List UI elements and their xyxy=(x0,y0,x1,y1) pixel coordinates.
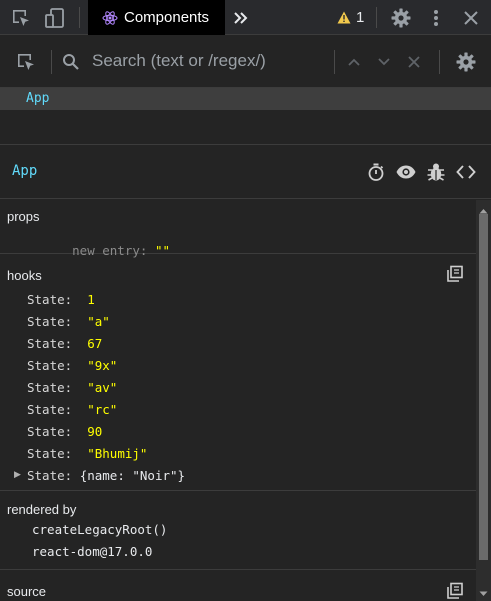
hook-state-row[interactable]: State: {name: "Noir"} xyxy=(27,468,185,483)
hook-state-row[interactable]: State: "Bhumij" xyxy=(27,446,147,461)
toolbar-divider xyxy=(334,50,335,74)
hook-value[interactable]: "av" xyxy=(87,380,117,395)
tree-node-app[interactable]: App xyxy=(0,88,491,110)
section-title: source xyxy=(7,584,47,599)
element-picker-icon[interactable] xyxy=(11,8,31,28)
hook-value[interactable]: "rc" xyxy=(87,402,117,417)
hook-label: State: xyxy=(27,292,73,307)
hook-state-row[interactable]: State: "a" xyxy=(27,314,110,329)
warning-count: 1 xyxy=(356,9,365,26)
component-tree-empty-area xyxy=(0,111,491,145)
hook-value[interactable]: "Bhumij" xyxy=(87,446,147,461)
stopwatch-icon[interactable] xyxy=(366,162,386,182)
chevron-down-icon[interactable] xyxy=(376,54,392,70)
settings-gear-icon[interactable] xyxy=(455,51,477,73)
gear-icon[interactable] xyxy=(390,7,412,29)
hook-state-row[interactable]: State: "9x" xyxy=(27,358,117,373)
hook-label: State: xyxy=(27,402,73,417)
hook-value[interactable]: 1 xyxy=(87,292,95,307)
scroll-up-arrow-icon[interactable] xyxy=(478,203,489,214)
hook-state-row[interactable]: State: 90 xyxy=(27,424,102,439)
hook-value[interactable]: "9x" xyxy=(87,358,117,373)
section-title: hooks xyxy=(7,268,42,283)
search-icon xyxy=(62,53,80,71)
hook-value[interactable]: {name: "Noir"} xyxy=(80,468,185,483)
renderer-item[interactable]: react-dom@17.0.0 xyxy=(32,544,152,559)
chevron-double-right-icon[interactable] xyxy=(232,9,250,27)
hook-label: State: xyxy=(27,446,73,461)
expand-triangle-icon[interactable]: ▶ xyxy=(14,469,21,480)
scrollbar-thumb[interactable] xyxy=(479,214,488,560)
component-search-toolbar: Search (text or /regex/) xyxy=(0,36,491,88)
hook-value[interactable]: 90 xyxy=(87,424,102,439)
hook-label: State: xyxy=(27,380,73,395)
select-element-icon[interactable] xyxy=(16,52,36,72)
hook-state-row[interactable]: State: 67 xyxy=(27,336,102,351)
hook-label: State: xyxy=(27,468,73,483)
kebab-menu-icon[interactable] xyxy=(428,8,444,28)
devtools-tab-bar: Components 1 xyxy=(0,0,491,35)
hook-label: State: xyxy=(27,314,73,329)
props-section: props new entry: "" xyxy=(0,200,476,258)
clear-search-icon[interactable] xyxy=(406,54,422,70)
rendered-by-section: rendered by createLegacyRoot() react-dom… xyxy=(0,492,476,570)
section-title: rendered by xyxy=(7,502,77,517)
react-logo-icon xyxy=(102,10,118,26)
hook-label: State: xyxy=(27,424,73,439)
eye-icon[interactable] xyxy=(395,162,417,182)
toolbar-divider xyxy=(51,50,52,74)
hook-label: State: xyxy=(27,358,73,373)
inspected-element-header: App xyxy=(0,146,491,199)
tree-node-label: App xyxy=(26,91,50,106)
section-title: props xyxy=(7,209,40,224)
close-icon[interactable] xyxy=(462,9,480,27)
hook-state-row[interactable]: State: "rc" xyxy=(27,402,117,417)
hooks-section: hooks State: 1 State: "a" State: 67 Stat… xyxy=(0,255,476,491)
scroll-down-arrow-icon[interactable] xyxy=(478,586,489,596)
chevron-up-icon[interactable] xyxy=(346,54,362,70)
copy-icon[interactable] xyxy=(446,265,464,283)
hook-value[interactable]: "a" xyxy=(87,314,110,329)
bug-icon[interactable] xyxy=(426,161,446,183)
tab-label: Components xyxy=(124,9,210,26)
warnings-counter[interactable]: 1 xyxy=(337,0,364,35)
hook-label: State: xyxy=(27,336,73,351)
view-source-icon[interactable] xyxy=(455,162,477,182)
inspected-element-panel: props new entry: "" hooks State: 1 State… xyxy=(0,200,476,601)
renderer-item[interactable]: createLegacyRoot() xyxy=(32,522,167,537)
copy-icon[interactable] xyxy=(446,582,464,600)
tab-components[interactable]: Components xyxy=(88,0,225,35)
source-section: source xyxy=(0,571,476,601)
hook-value[interactable]: 67 xyxy=(87,336,102,351)
warning-icon xyxy=(337,11,351,24)
device-toolbar-icon[interactable] xyxy=(44,7,66,29)
toolbar-divider xyxy=(439,50,440,74)
search-input[interactable]: Search (text or /regex/) xyxy=(92,51,266,71)
hook-state-row[interactable]: State: 1 xyxy=(27,292,95,307)
hook-state-row[interactable]: State: "av" xyxy=(27,380,117,395)
inspected-component-name: App xyxy=(12,163,38,179)
toolbar-divider xyxy=(79,7,80,28)
toolbar-divider xyxy=(376,7,377,28)
